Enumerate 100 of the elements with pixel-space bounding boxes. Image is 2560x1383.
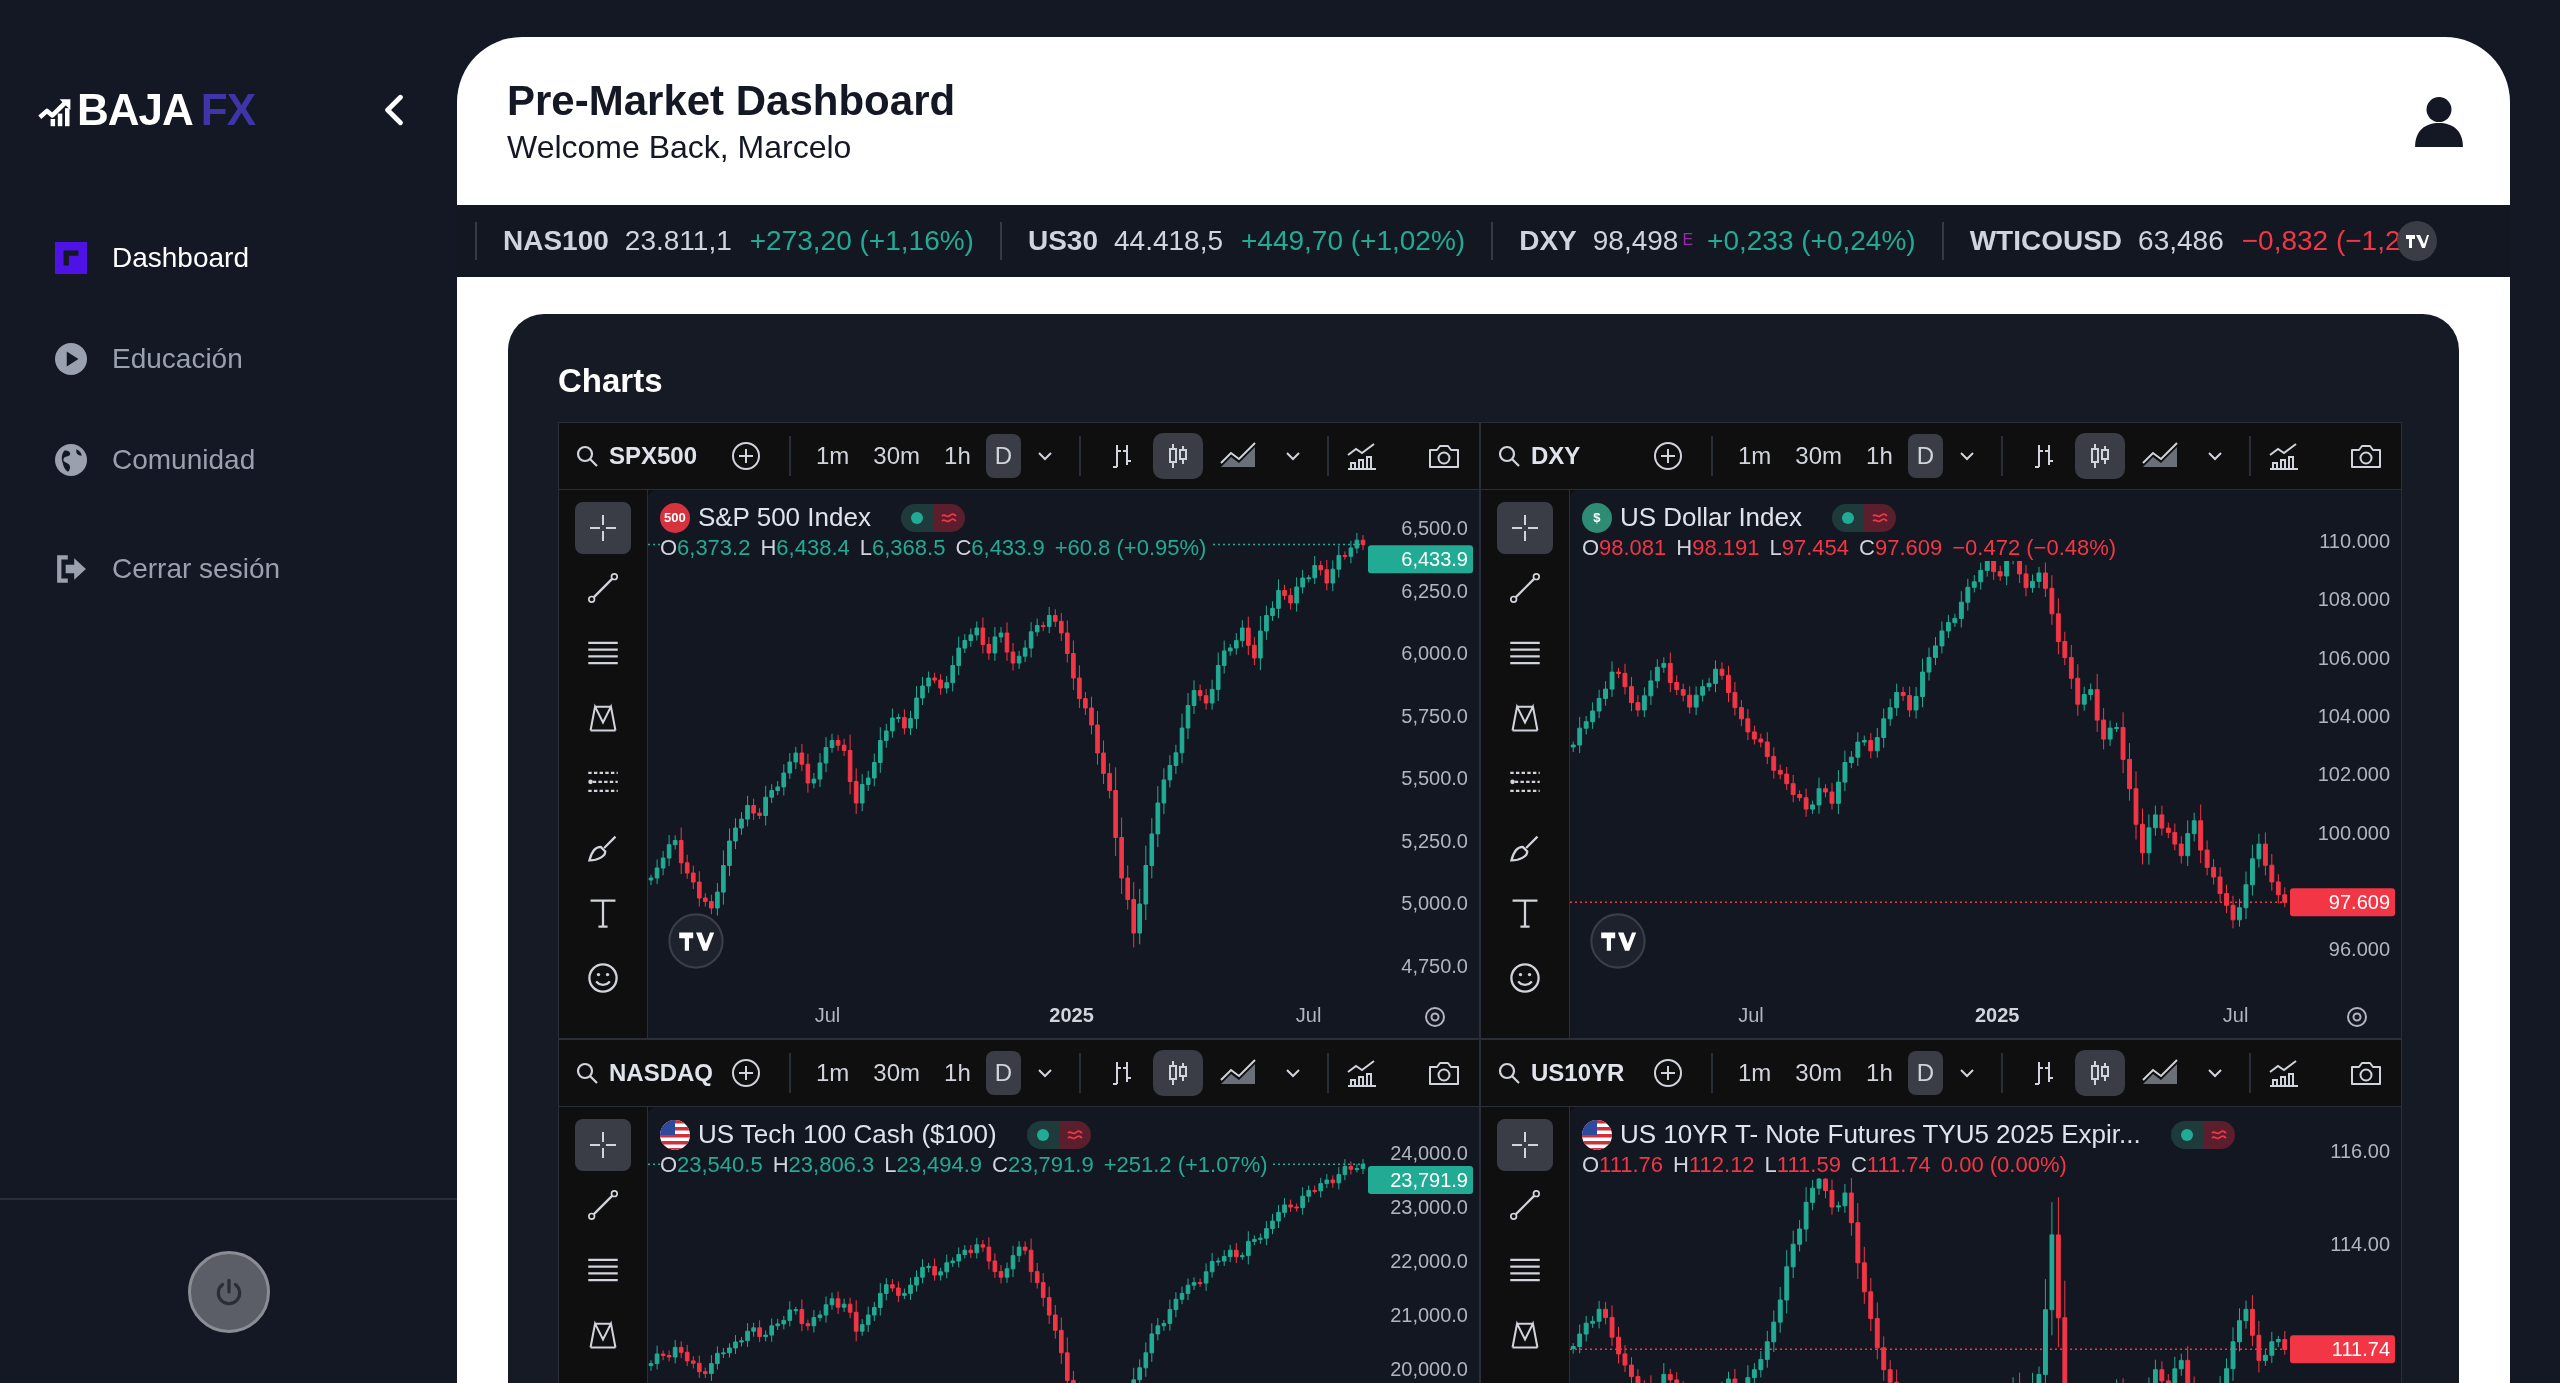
add-circle-icon[interactable]	[731, 441, 761, 471]
collapse-chevron-icon[interactable]	[383, 94, 405, 126]
ticker-change: +0,233 (+0,24%)	[1707, 225, 1916, 257]
status-pill[interactable]	[1832, 503, 1896, 532]
time-axis-label: Jul	[1295, 1004, 1322, 1026]
timeframe-tab[interactable]: D	[1907, 434, 1944, 478]
caret-icon[interactable]	[2207, 1068, 2224, 1078]
trend-line-icon[interactable]	[585, 571, 620, 605]
time-axis-label: Jul	[2222, 1004, 2249, 1026]
symbol-text: DXY	[1531, 442, 1581, 470]
settings-icon[interactable]	[1424, 1007, 1445, 1027]
trend-line-icon[interactable]	[1507, 571, 1542, 605]
timeframe-tab[interactable]: 30m	[1786, 1051, 1852, 1095]
smiley-icon[interactable]	[1507, 961, 1542, 995]
add-circle-icon[interactable]	[1653, 1058, 1683, 1088]
candles-chart-button[interactable]	[1153, 433, 1204, 479]
ohlc-value: H98.191	[1676, 535, 1760, 561]
price-axis-label: 5,250.0	[1401, 829, 1468, 852]
price-axis-label: 110.000	[2319, 530, 2390, 552]
timeframe-tab[interactable]: D	[985, 434, 1022, 478]
smiley-icon[interactable]	[585, 961, 620, 995]
status-pill[interactable]	[2170, 1120, 2235, 1149]
symbol-search[interactable]: NASDAQ	[575, 1059, 725, 1087]
wave-icon	[1872, 511, 1888, 524]
price-axis-label: 100.000	[2317, 821, 2390, 844]
price-axis-label: 104.000	[2317, 704, 2390, 727]
search-icon	[575, 1061, 599, 1085]
timeframe-tab[interactable]: 1m	[1729, 434, 1781, 478]
page-title: Pre-Market Dashboard	[507, 76, 956, 125]
ticker-price: 98,498	[1592, 225, 1679, 257]
status-pill[interactable]	[1026, 1120, 1091, 1149]
ohlc-value: C97.609	[1859, 535, 1943, 561]
timeframe-tab[interactable]: 1m	[1729, 1051, 1781, 1095]
timeframe-tab[interactable]: 30m	[864, 434, 930, 478]
nav-item[interactable]: Cerrar sesión	[0, 518, 457, 619]
price-axis-label: 23,000.0	[1390, 1196, 1468, 1218]
ticker-change: +273,20 (+1,16%)	[749, 225, 974, 257]
crosshair-tool[interactable]	[1496, 502, 1553, 554]
caret-icon[interactable]	[1959, 451, 1976, 461]
candles-chart-button[interactable]	[2075, 1050, 2126, 1096]
ticker-symbol: NAS100	[503, 225, 609, 257]
time-axis-label: 2025	[1049, 1004, 1094, 1026]
caret-icon[interactable]	[1037, 1068, 1054, 1078]
symbol-name: US Tech 100 Cash ($100)	[697, 1119, 997, 1150]
status-pill[interactable]	[900, 503, 965, 532]
search-icon	[575, 444, 599, 468]
timeframe-tab[interactable]: D	[1907, 1051, 1944, 1095]
symbol-name: US 10YR T- Note Futures TYU5 2025 Expir...	[1619, 1119, 2141, 1150]
crosshair-tool[interactable]	[1496, 1119, 1553, 1171]
crosshair-tool[interactable]	[574, 502, 631, 554]
symbol-search[interactable]: SPX500	[575, 442, 725, 470]
price-change: 0.00 (0.00%)	[1940, 1152, 2067, 1178]
ticker-symbol: US30	[1027, 225, 1098, 257]
flag-icon	[1581, 1119, 1612, 1150]
ohlc-value: H112.12	[1673, 1152, 1755, 1178]
caret-icon[interactable]	[1285, 1068, 1302, 1078]
candles-chart-button[interactable]	[2075, 433, 2126, 479]
caret-icon[interactable]	[1285, 451, 1302, 461]
ohlc-value: O111.76	[1581, 1152, 1664, 1178]
caret-icon[interactable]	[1959, 1068, 1976, 1078]
price-axis-label: 5,750.0	[1401, 704, 1468, 727]
welcome-text: Welcome Back, Marcelo	[507, 128, 853, 166]
crosshair-tool[interactable]	[574, 1119, 631, 1171]
price-label: 6,433.9	[1367, 545, 1473, 574]
symbol-search[interactable]: US10YR	[1497, 1059, 1647, 1087]
timeframe-tab[interactable]: 1h	[935, 1051, 980, 1095]
timeframe-tab[interactable]: 1h	[1857, 1051, 1902, 1095]
timeframe-tab[interactable]: D	[985, 1051, 1022, 1095]
ohlc-value: O6,373.2	[659, 535, 751, 561]
trend-line-icon[interactable]	[585, 1188, 620, 1222]
symbol-name: S&P 500 Index	[697, 502, 871, 533]
timeframe-tab[interactable]: 1h	[1857, 434, 1902, 478]
nav-item[interactable]: Educación	[0, 308, 457, 409]
price-axis-label: 96.000	[2328, 938, 2390, 961]
add-circle-icon[interactable]	[1653, 441, 1683, 471]
timeframe-tab[interactable]: 1m	[807, 434, 859, 478]
candles-chart-button[interactable]	[1153, 1050, 1204, 1096]
ohlc-value: C6,433.9	[955, 535, 1045, 561]
price-axis-label: 116.00	[2330, 1140, 2390, 1162]
settings-icon[interactable]	[2346, 1007, 2367, 1027]
logo-icon	[1589, 913, 1646, 969]
section-title: Charts	[558, 362, 664, 400]
nav-item[interactable]: Comunidad	[0, 409, 457, 510]
timeframe-tab[interactable]: 1m	[807, 1051, 859, 1095]
logo-icon	[667, 913, 724, 969]
add-circle-icon[interactable]	[731, 1058, 761, 1088]
timeframe-tab[interactable]: 1h	[935, 434, 980, 478]
dashboard-icon	[55, 241, 87, 274]
caret-icon[interactable]	[1037, 451, 1054, 461]
price-change: +251.2 (+1.07%)	[1103, 1152, 1268, 1178]
timeframe-tab[interactable]: 30m	[1786, 434, 1852, 478]
ohlc-value: H23,806.3	[772, 1152, 875, 1178]
timeframe-tab[interactable]: 30m	[864, 1051, 930, 1095]
symbol-search[interactable]: DXY	[1497, 442, 1647, 470]
crosshair-icon	[1509, 513, 1540, 543]
nav-item[interactable]: Dashboard	[0, 207, 457, 308]
symbol-name: US Dollar Index	[1619, 502, 1802, 533]
time-axis-label: Jul	[814, 1004, 841, 1026]
trend-line-icon[interactable]	[1507, 1188, 1542, 1222]
caret-icon[interactable]	[2207, 451, 2224, 461]
